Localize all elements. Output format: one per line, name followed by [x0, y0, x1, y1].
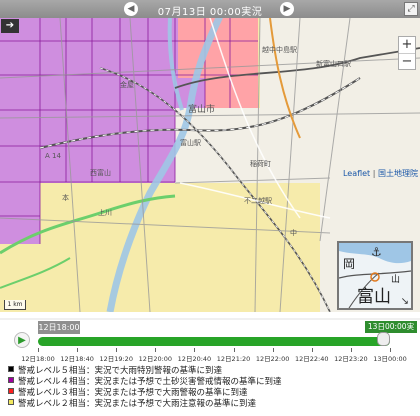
timeline-tick-label: 12日23:20: [334, 355, 368, 363]
map-label-a14: A 14: [45, 152, 61, 160]
arrow-right-icon: ➔: [5, 20, 15, 31]
timeline-tick: [272, 348, 274, 352]
play-right-icon: ▶: [283, 4, 291, 14]
timeline-handle[interactable]: [376, 332, 390, 346]
overview-label-top: 岡: [343, 257, 356, 271]
attribution-separator: |: [372, 169, 376, 178]
timeline-ticks: 12日18:00 12日18:40 12日19:20 12日20:00 12日20:40…: [21, 348, 407, 368]
map-label-hon: 本: [62, 194, 69, 202]
timeline-tick: [311, 348, 313, 352]
map-label-toyama: 富山市: [188, 105, 216, 115]
timeline-tick: [390, 348, 391, 352]
timeline-tick-label: 12日19:20: [99, 355, 133, 363]
nav-button[interactable]: ➔: [1, 19, 19, 33]
timeline-tick-label: 12日18:00: [21, 355, 55, 363]
legend-item: 警戒レベル２相当：実況または予想で大雨注意報の基準に到達: [8, 399, 414, 410]
timeline-tick-label: 12日22:00: [255, 355, 290, 363]
prev-button[interactable]: ◀: [124, 2, 138, 16]
map-label-inari: 稲荷町: [250, 160, 271, 168]
timeline-slider[interactable]: [38, 337, 390, 346]
legend-item: 警戒レベル４相当：実況または予想で土砂災害警戒情報の基準に到達: [8, 377, 414, 388]
header-bar: 07月13日 00:00実況 ◀ ▶ ⤢: [0, 0, 420, 18]
timeline-tick-label: 12日21:20: [216, 355, 251, 363]
timeline-start-badge: 12日18:00: [38, 321, 80, 334]
timeline-tick: [38, 348, 39, 352]
map-label-naka: 中: [290, 229, 297, 237]
map-label-fuchu: 不二越駅: [244, 197, 272, 205]
map-area[interactable]: ➔ + − 富山市 富山駅 稲荷町 新富山口駅 越中中島駅 不二越駅 A 14 …: [0, 18, 420, 312]
page-title: 07月13日 00:00実況: [157, 7, 263, 18]
legend-swatch: [8, 366, 14, 372]
map-label-kamikawa: 上川: [98, 209, 112, 217]
scale-bar: 1 km: [4, 300, 26, 310]
legend-label: 警戒レベル３相当：実況または予想で大雨警報の基準に到達: [18, 388, 248, 398]
expand-button[interactable]: ⤢: [404, 2, 418, 16]
overview-map[interactable]: 岡 山 富山 ⚓ ↘: [337, 241, 413, 310]
play-icon: ▶: [18, 335, 26, 346]
legend-label: 警戒レベル４相当：実況または予想で土砂災害警戒情報の基準に到達: [18, 377, 282, 387]
timeline-tick-label: 12日20:00: [138, 355, 173, 363]
map-label-toyama-station: 富山駅: [180, 139, 201, 147]
timeline-tick-label: 13日00:00: [373, 355, 407, 363]
timeline-tick: [155, 348, 157, 352]
resize-icon[interactable]: ↘: [401, 296, 409, 307]
map-label-kanaya: 金屋: [120, 81, 134, 89]
legend-label: 警戒レベル２相当：実況または予想で大雨注意報の基準に到達: [18, 399, 257, 409]
legend-label: 警戒レベル５相当：実況で大雨特別警報の基準に到達: [18, 366, 223, 376]
legend-swatch: [8, 388, 14, 394]
legend-swatch: [8, 399, 14, 405]
anchor-icon: ⚓: [371, 245, 382, 259]
next-button[interactable]: ▶: [280, 2, 294, 16]
expand-icon: ⤢: [407, 4, 415, 14]
timeline-end-badge: 13日00:00実況: [365, 321, 417, 343]
zoom-in-button[interactable]: +: [399, 37, 415, 53]
timeline-tick: [350, 348, 352, 352]
gsi-link[interactable]: 国土地理院: [378, 169, 418, 178]
timeline-tick: [233, 348, 235, 352]
timeline-tick: [116, 348, 118, 352]
legend-swatch: [8, 377, 14, 383]
timeline-divider: [0, 318, 420, 320]
map-viewer: { "header": { "title": "07月13日 00:00実況",…: [0, 0, 420, 416]
map-label-shinsen: 西富山: [90, 169, 111, 177]
overview-label-right: 山: [391, 275, 401, 285]
zoom-out-button[interactable]: −: [399, 53, 415, 69]
timeline-tick-label: 12日18:40: [60, 355, 94, 363]
leaflet-link[interactable]: Leaflet: [343, 169, 370, 178]
legend-item: 警戒レベル３相当：実況または予想で大雨警報の基準に到達: [8, 388, 414, 399]
map-label-shin-toyama: 新富山口駅: [316, 60, 351, 68]
zoom-control: + −: [398, 36, 416, 70]
play-button[interactable]: ▶: [14, 332, 30, 348]
timeline-tick-label: 12日22:40: [295, 355, 329, 363]
overview-label-main: 富山: [357, 287, 391, 307]
map-label-kitamachi: 越中中島駅: [262, 46, 297, 54]
legend: 警戒レベル５相当：実況で大雨特別警報の基準に到達 警戒レベル４相当：実況または予想…: [8, 366, 414, 410]
legend-item: 警戒レベル５相当：実況で大雨特別警報の基準に到達: [8, 366, 414, 377]
timeline-tick-label: 12日20:40: [177, 355, 212, 363]
timeline-tick: [194, 348, 196, 352]
timeline-tick: [77, 348, 79, 352]
map-attribution: Leaflet | 国土地理院: [343, 168, 418, 179]
play-left-icon: ◀: [127, 4, 135, 14]
